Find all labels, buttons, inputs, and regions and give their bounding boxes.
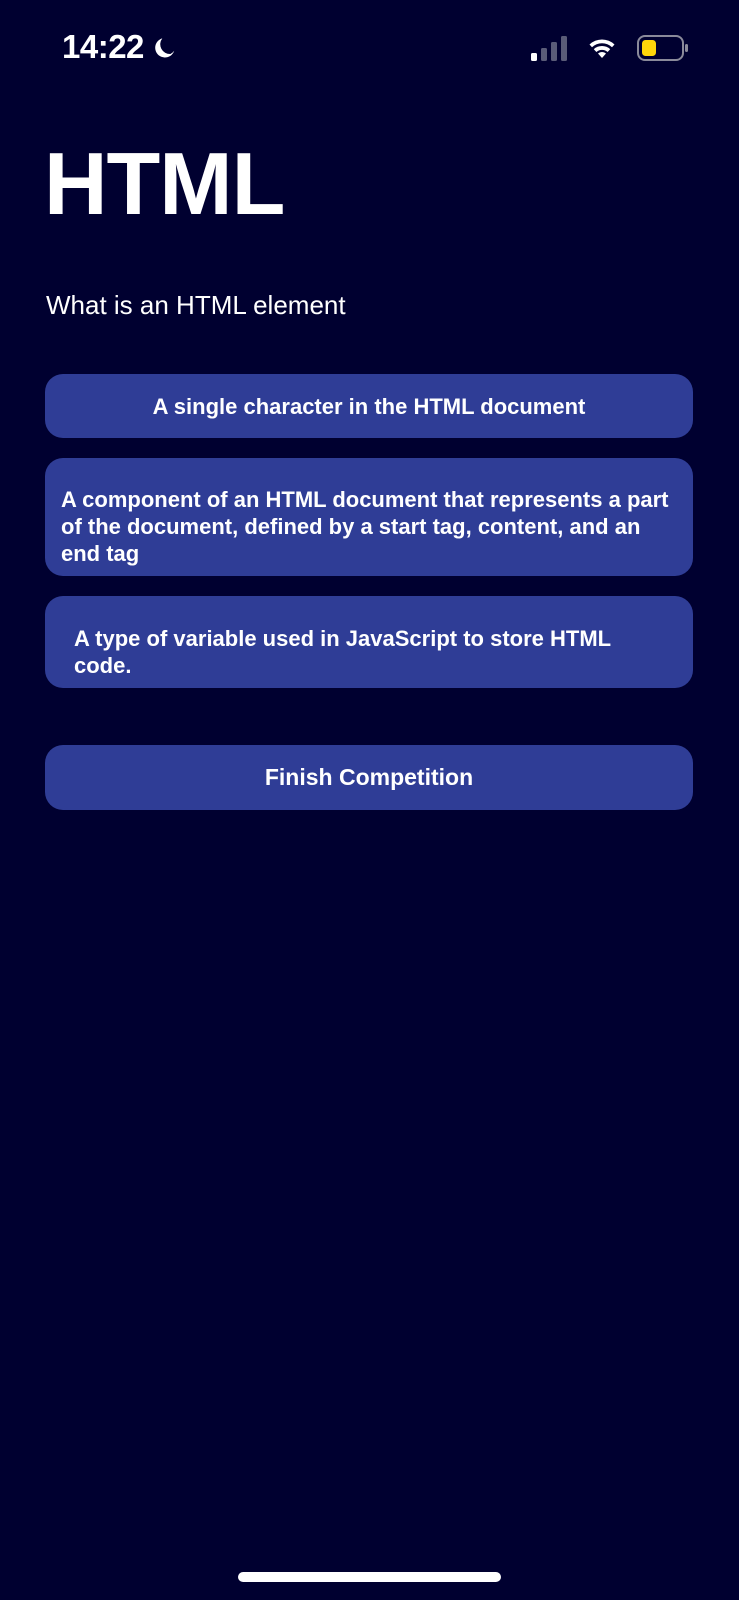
- answer-option-2[interactable]: A component of an HTML document that rep…: [45, 458, 693, 576]
- answer-option-3[interactable]: A type of variable used in JavaScript to…: [45, 596, 693, 688]
- status-time: 14:22: [62, 28, 144, 65]
- status-icons: [531, 34, 689, 62]
- page-title: HTML: [44, 134, 285, 233]
- status-time-group: 14:22: [62, 28, 178, 66]
- wifi-icon: [589, 39, 615, 58]
- moon-icon: [155, 38, 175, 58]
- battery-icon: [637, 35, 688, 61]
- answer-option-1[interactable]: A single character in the HTML document: [45, 374, 693, 438]
- signal-icon: [531, 36, 567, 61]
- status-bar: 14:22: [0, 0, 739, 100]
- finish-competition-button[interactable]: Finish Competition: [45, 745, 693, 810]
- home-indicator[interactable]: [238, 1572, 501, 1582]
- question-text: What is an HTML element: [46, 290, 346, 320]
